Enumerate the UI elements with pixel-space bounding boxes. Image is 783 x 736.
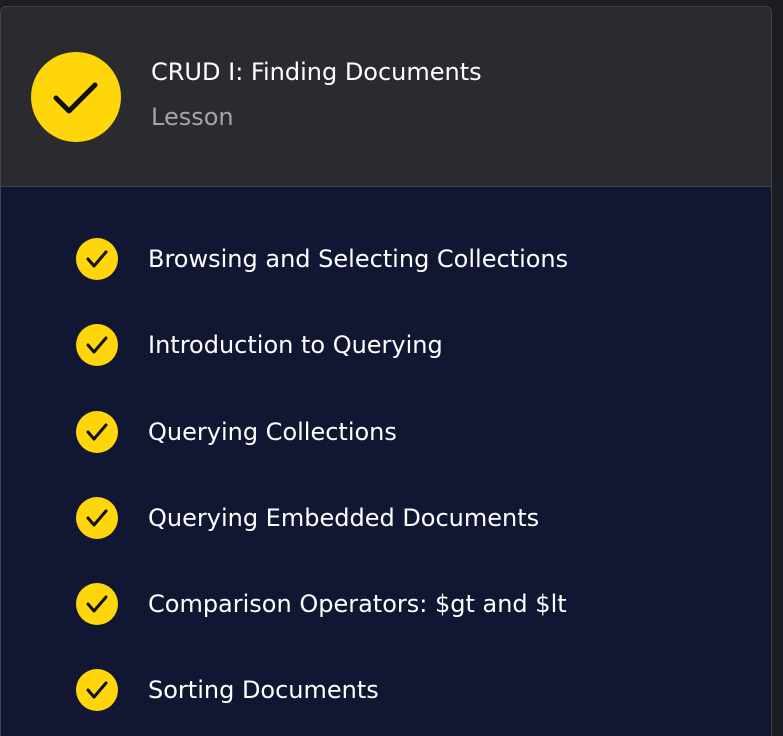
lesson-header[interactable]: CRUD I: Finding Documents Lesson bbox=[1, 7, 771, 187]
list-item-label: Sorting Documents bbox=[148, 676, 379, 704]
list-item-label: Querying Collections bbox=[148, 418, 397, 446]
list-item[interactable]: Browsing and Selecting Collections bbox=[1, 229, 771, 289]
check-circle-icon bbox=[76, 497, 118, 539]
list-item-label: Querying Embedded Documents bbox=[148, 504, 540, 532]
list-item-label: Browsing and Selecting Collections bbox=[148, 245, 569, 273]
list-item[interactable]: Comparison Operators: $gt and $lt bbox=[1, 574, 771, 634]
list-item[interactable]: Introduction to Querying bbox=[1, 315, 771, 375]
check-circle-icon bbox=[76, 583, 118, 625]
check-circle-icon bbox=[76, 238, 118, 280]
check-circle-icon bbox=[31, 52, 121, 142]
lesson-item-list: Browsing and Selecting Collections Intro… bbox=[1, 187, 771, 736]
list-item-label: Comparison Operators: $gt and $lt bbox=[148, 590, 567, 618]
lesson-panel: CRUD I: Finding Documents Lesson Browsin… bbox=[0, 6, 772, 736]
lesson-type-label: Lesson bbox=[151, 103, 234, 131]
check-circle-icon bbox=[76, 411, 118, 453]
check-circle-icon bbox=[76, 324, 118, 366]
list-item[interactable]: Sorting Documents bbox=[1, 660, 771, 720]
lesson-title: CRUD I: Finding Documents bbox=[151, 58, 482, 86]
list-item-label: Introduction to Querying bbox=[148, 331, 443, 359]
list-item[interactable]: Querying Embedded Documents bbox=[1, 488, 771, 548]
check-circle-icon bbox=[76, 669, 118, 711]
list-item[interactable]: Querying Collections bbox=[1, 402, 771, 462]
